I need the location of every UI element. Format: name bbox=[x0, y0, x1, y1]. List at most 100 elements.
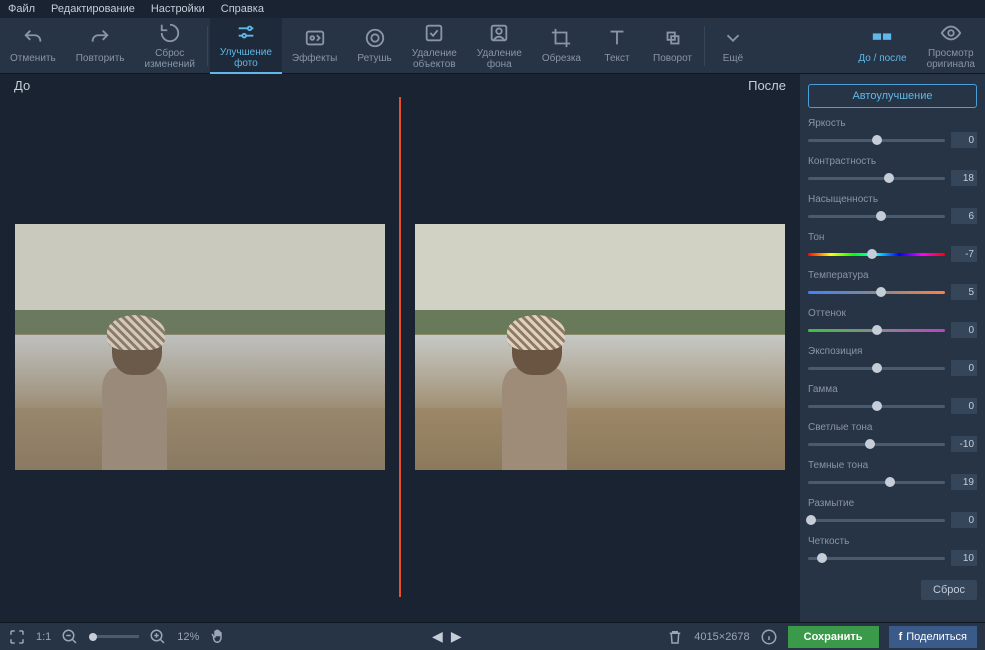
slider-тон: Тон-7 bbox=[808, 232, 977, 262]
more-button[interactable]: Ещё bbox=[707, 18, 759, 74]
slider-экспозиция: Экспозиция0 bbox=[808, 346, 977, 376]
crop-button[interactable]: Обрезка bbox=[532, 18, 591, 74]
slider-track[interactable] bbox=[808, 253, 945, 256]
compare-divider[interactable] bbox=[399, 97, 401, 597]
enhance-button[interactable]: Улучшение фото bbox=[210, 18, 282, 74]
slider-label: Насыщенность bbox=[808, 194, 977, 205]
before-label: До bbox=[14, 78, 30, 93]
remove-objects-button[interactable]: Удаление объектов bbox=[402, 18, 467, 74]
text-button[interactable]: Текст bbox=[591, 18, 643, 74]
reset-sliders-button[interactable]: Сброс bbox=[921, 580, 977, 600]
slider-value: 18 bbox=[951, 170, 977, 186]
slider-темные тона: Темные тона19 bbox=[808, 460, 977, 490]
slider-thumb[interactable] bbox=[806, 515, 816, 525]
delete-icon[interactable] bbox=[666, 628, 684, 646]
after-pane bbox=[400, 97, 800, 597]
menu-edit[interactable]: Редактирование bbox=[51, 3, 135, 15]
hand-icon[interactable] bbox=[209, 628, 227, 646]
slider-thumb[interactable] bbox=[885, 477, 895, 487]
retouch-button[interactable]: Ретушь bbox=[347, 18, 401, 74]
menu-help[interactable]: Справка bbox=[221, 3, 264, 15]
slider-thumb[interactable] bbox=[872, 363, 882, 373]
slider-thumb[interactable] bbox=[867, 249, 877, 259]
auto-enhance-button[interactable]: Автоулучшение bbox=[808, 84, 977, 108]
info-icon[interactable] bbox=[760, 628, 778, 646]
slider-label: Тон bbox=[808, 232, 977, 243]
effects-icon bbox=[304, 27, 326, 49]
remove-bg-icon bbox=[488, 22, 510, 44]
menu-settings[interactable]: Настройки bbox=[151, 3, 205, 15]
reset-changes-button[interactable]: Сброс изменений bbox=[135, 18, 205, 74]
prev-image-button[interactable]: ◀ bbox=[432, 628, 443, 645]
slider-thumb[interactable] bbox=[876, 211, 886, 221]
fullscreen-icon[interactable] bbox=[8, 628, 26, 646]
slider-яркость: Яркость 0 bbox=[808, 118, 977, 148]
menubar: Файл Редактирование Настройки Справка bbox=[0, 0, 985, 18]
slider-track[interactable] bbox=[808, 367, 945, 370]
slider-контрастность: Контрастность18 bbox=[808, 156, 977, 186]
crop-icon bbox=[550, 27, 572, 49]
slider-thumb[interactable] bbox=[872, 401, 882, 411]
slider-thumb[interactable] bbox=[872, 325, 882, 335]
facebook-icon: f bbox=[899, 631, 903, 643]
slider-track[interactable] bbox=[808, 139, 945, 142]
slider-thumb[interactable] bbox=[865, 439, 875, 449]
effects-button[interactable]: Эффекты bbox=[282, 18, 347, 74]
adjustments-sidebar: Автоулучшение Яркость 0 Контрастность18 Нас… bbox=[800, 74, 985, 622]
undo-button[interactable]: Отменить bbox=[0, 18, 66, 74]
sliders-icon bbox=[235, 21, 257, 43]
slider-track[interactable] bbox=[808, 329, 945, 332]
slider-track[interactable] bbox=[808, 519, 945, 522]
canvas-inner[interactable] bbox=[0, 97, 800, 597]
zoom-out-icon[interactable] bbox=[61, 628, 79, 646]
rotate-button[interactable]: Поворот bbox=[643, 18, 702, 74]
slider-thumb[interactable] bbox=[817, 553, 827, 563]
menu-file[interactable]: Файл bbox=[8, 3, 35, 15]
slider-value: 0 bbox=[951, 132, 977, 148]
slider-thumb[interactable] bbox=[872, 135, 882, 145]
save-button[interactable]: Сохранить bbox=[788, 626, 879, 648]
slider-label: Четкость bbox=[808, 536, 977, 547]
slider-value: 0 bbox=[951, 398, 977, 414]
zoom-slider-thumb[interactable] bbox=[89, 633, 97, 641]
slider-track[interactable] bbox=[808, 215, 945, 218]
slider-четкость: Четкость 10 bbox=[808, 536, 977, 566]
reset-icon bbox=[159, 22, 181, 44]
fit-label[interactable]: 1:1 bbox=[36, 631, 51, 643]
slider-размытие: Размытие0 bbox=[808, 498, 977, 528]
chevron-down-icon bbox=[722, 27, 744, 49]
slider-thumb[interactable] bbox=[884, 173, 894, 183]
slider-светлые тона: Светлые тона -10 bbox=[808, 422, 977, 452]
slider-track[interactable] bbox=[808, 443, 945, 446]
after-label: После bbox=[748, 78, 786, 93]
eye-icon bbox=[940, 22, 962, 44]
share-button[interactable]: fПоделиться bbox=[889, 626, 977, 648]
slider-value: 10 bbox=[951, 550, 977, 566]
before-after-button[interactable]: До / после bbox=[848, 18, 916, 74]
slider-track[interactable] bbox=[808, 291, 945, 294]
slider-thumb[interactable] bbox=[876, 287, 886, 297]
zoom-in-icon[interactable] bbox=[149, 628, 167, 646]
slider-track[interactable] bbox=[808, 557, 945, 560]
slider-value: -10 bbox=[951, 436, 977, 452]
nav-arrows: ◀ ▶ bbox=[432, 628, 462, 645]
canvas-area: До После bbox=[0, 74, 800, 622]
zoom-slider[interactable] bbox=[89, 635, 139, 638]
slider-track[interactable] bbox=[808, 177, 945, 180]
remove-bg-button[interactable]: Удаление фона bbox=[467, 18, 532, 74]
slider-label: Светлые тона bbox=[808, 422, 977, 433]
slider-label: Яркость bbox=[808, 118, 977, 129]
after-image bbox=[415, 224, 785, 470]
redo-button[interactable]: Повторить bbox=[66, 18, 135, 74]
slider-track[interactable] bbox=[808, 405, 945, 408]
remove-obj-icon bbox=[423, 22, 445, 44]
compare-icon bbox=[871, 27, 893, 49]
slider-label: Размытие bbox=[808, 498, 977, 509]
next-image-button[interactable]: ▶ bbox=[451, 628, 462, 645]
view-original-button[interactable]: Просмотр оригинала bbox=[917, 18, 985, 74]
statusbar: 1:1 12% ◀ ▶ 4015×2678 Сохранить fПоделит… bbox=[0, 622, 985, 650]
slider-track[interactable] bbox=[808, 481, 945, 484]
retouch-icon bbox=[364, 27, 386, 49]
dimensions-label: 4015×2678 bbox=[694, 631, 749, 643]
slider-label: Гамма bbox=[808, 384, 977, 395]
